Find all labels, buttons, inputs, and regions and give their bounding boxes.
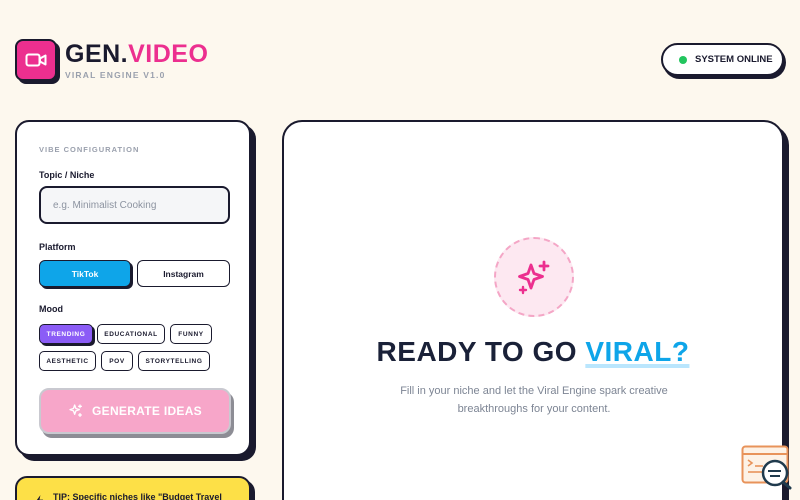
app-page: GEN.VIDEO VIRAL ENGINE V1.0 SYSTEM ONLIN… [0,0,800,500]
video-camera-icon [25,53,47,67]
tip-text: TIP: Specific niches like "Budget Travel [53,492,222,500]
tip-card: TIP: Specific niches like "Budget Travel [15,476,251,500]
hero-title-prefix: READY TO GO [376,336,578,367]
mood-chip-funny[interactable]: FUNNY [170,324,212,344]
brand-gen: GEN. [65,40,129,68]
browser-search-icon [741,445,792,490]
mood-chip-aesthetic[interactable]: AESTHETIC [39,351,96,371]
mood-label: Mood [39,304,63,314]
mood-chip-storytelling[interactable]: STORYTELLING [138,351,210,371]
topic-label: Topic / Niche [39,170,95,180]
system-status-badge: SYSTEM ONLINE [661,43,784,76]
results-panel: READY TO GO VIRAL? Fill in your niche an… [282,120,784,500]
floating-help-widget[interactable] [741,445,793,490]
generate-label: GENERATE IDEAS [92,404,202,418]
status-text: SYSTEM ONLINE [695,54,773,65]
brand-subtitle: VIRAL ENGINE V1.0 [65,70,166,80]
brand-video: VIDEO [128,40,209,68]
topic-input[interactable] [39,186,230,224]
platform-label: Platform [39,242,76,252]
logo [15,39,57,81]
hero-subtitle: Fill in your niche and let the Viral Eng… [400,385,668,415]
status-dot-icon [679,55,687,64]
sparkles-icon [68,403,84,419]
brand-title: GEN.VIDEO [65,40,208,68]
section-title: VIBE CONFIGURATION [39,145,140,154]
brand: GEN.VIDEO VIRAL ENGINE V1.0 [65,40,208,80]
vibe-config-panel: VIBE CONFIGURATION Topic / Niche Platfor… [15,120,251,456]
mood-chip-trending[interactable]: TRENDING [39,324,93,344]
lightning-icon [36,495,44,500]
sparkles-icon [518,260,550,295]
hero-title-highlight: VIRAL? [585,336,690,367]
mood-chip-pov[interactable]: POV [101,351,133,371]
generate-ideas-button[interactable]: GENERATE IDEAS [39,388,231,434]
hero-icon-circle [494,237,574,317]
hero-title: READY TO GO VIRAL? [284,336,782,368]
platform-button-tiktok[interactable]: TikTok [39,260,131,287]
platform-button-instagram[interactable]: Instagram [137,260,230,287]
mood-chip-educational[interactable]: EDUCATIONAL [97,324,165,344]
